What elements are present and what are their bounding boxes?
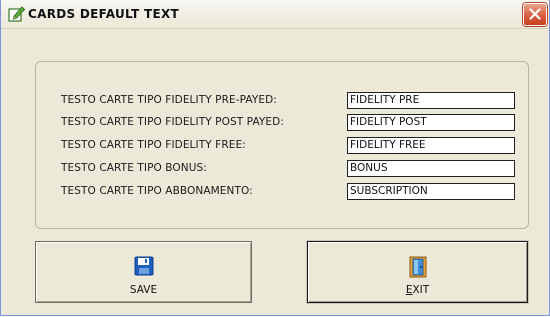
- field-label: TESTO CARTE TIPO ABBONAMENTO:: [61, 185, 253, 197]
- save-label: SAVE: [129, 284, 158, 296]
- field-label: TESTO CARTE TIPO FIDELITY FREE:: [61, 139, 246, 151]
- exit-door-icon: [409, 256, 427, 282]
- exit-label: EXIT: [405, 284, 430, 296]
- field-row-fidelity-pre: TESTO CARTE TIPO FIDELITY PRE-PAYED:: [36, 92, 528, 110]
- card-text-group: TESTO CARTE TIPO FIDELITY PRE-PAYED: TES…: [35, 61, 529, 229]
- field-label: TESTO CARTE TIPO BONUS:: [61, 162, 207, 174]
- bonus-input[interactable]: [347, 160, 515, 177]
- fidelity-post-input[interactable]: [347, 114, 515, 131]
- field-label: TESTO CARTE TIPO FIDELITY PRE-PAYED:: [61, 94, 277, 106]
- title-bar: CARDS DEFAULT TEXT: [1, 0, 549, 29]
- fidelity-free-input[interactable]: [347, 137, 515, 154]
- close-button[interactable]: [523, 3, 547, 26]
- cards-default-text-window: CARDS DEFAULT TEXT TESTO CARTE TIPO FIDE…: [0, 0, 550, 316]
- abbonamento-input[interactable]: [347, 183, 515, 200]
- window-title: CARDS DEFAULT TEXT: [28, 7, 179, 21]
- field-row-fidelity-free: TESTO CARTE TIPO FIDELITY FREE:: [36, 137, 528, 155]
- floppy-disk-icon: [134, 256, 154, 280]
- save-button[interactable]: SAVE: [35, 241, 252, 303]
- field-row-fidelity-post: TESTO CARTE TIPO FIDELITY POST PAYED:: [36, 114, 528, 132]
- exit-button[interactable]: EXIT: [307, 241, 528, 303]
- field-row-bonus: TESTO CARTE TIPO BONUS:: [36, 160, 528, 178]
- fidelity-pre-input[interactable]: [347, 92, 515, 109]
- field-label: TESTO CARTE TIPO FIDELITY POST PAYED:: [61, 116, 284, 128]
- close-icon: [529, 8, 541, 20]
- field-row-abbonamento: TESTO CARTE TIPO ABBONAMENTO:: [36, 183, 528, 201]
- edit-pencil-icon: [8, 5, 26, 23]
